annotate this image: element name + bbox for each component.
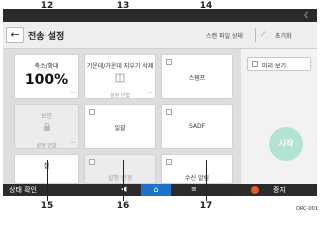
zoom-value: 100% — [24, 72, 69, 88]
more-icon: ··· — [70, 140, 75, 146]
settings-change-checkbox — [89, 159, 95, 165]
batch-tile[interactable]: 일괄 — [84, 104, 156, 149]
page-title: 전송 설정 — [28, 32, 65, 42]
page-icon — [115, 73, 125, 83]
stop-icon — [251, 186, 259, 194]
figure-code: DRC-001 — [296, 206, 318, 212]
security-tile[interactable]: 보안 설정 안함 ··· — [14, 104, 79, 149]
sadf-tile[interactable]: SADF — [161, 104, 233, 149]
right-panel: 미리 보기 시작 — [241, 49, 317, 184]
scan-status-link[interactable]: 스캔 파일 상태 — [206, 31, 243, 40]
security-label: 보안 — [40, 113, 53, 120]
preview-toggle[interactable]: 미리 보기 — [247, 57, 311, 71]
zoom-label: 축소/확대 — [34, 63, 59, 70]
status-check-button[interactable]: 상태 확인 — [9, 185, 37, 195]
batch-checkbox — [89, 109, 95, 115]
erase-label: 기운데/가운데 지우기 삭제 — [86, 63, 154, 70]
stamp-tile[interactable]: 스탬프 — [161, 54, 233, 99]
home-icon: ⌂ — [153, 185, 159, 194]
callout-line-17 — [206, 160, 207, 201]
more-icon: ··· — [70, 90, 75, 96]
zoom-tile[interactable]: 축소/확대 100% ··· — [14, 54, 79, 99]
erase-sub: 설정 안함 — [110, 93, 130, 99]
menu-icon[interactable]: ≡ — [191, 185, 197, 193]
energy-saver-icon[interactable]: ☾ — [304, 11, 313, 20]
callout-17: 17 — [199, 201, 213, 211]
back-button[interactable]: ← — [6, 27, 24, 43]
callout-16: 16 — [116, 201, 130, 211]
receive-notice-label: 수신 알림 — [185, 175, 209, 182]
callout-line-16 — [123, 160, 124, 201]
stop-button[interactable]: 중지 — [273, 185, 286, 195]
status-bar: ☾ — [3, 9, 317, 22]
back-arrow-icon: ← — [10, 28, 20, 41]
reset-icon: ⟋ — [261, 31, 266, 38]
batch-label: 일괄 — [114, 125, 126, 132]
home-button[interactable]: ⌂ — [141, 184, 171, 196]
sadf-checkbox — [166, 109, 172, 115]
stamp-label: 스탬프 — [188, 75, 206, 82]
receive-notice-checkbox — [166, 159, 172, 165]
security-sub: 설정 안함 — [36, 143, 57, 149]
sadf-label: SADF — [188, 123, 206, 130]
header-bar: ← 전송 설정 스캔 파일 상태 ⟋ 초기화 — [3, 22, 317, 49]
lock-icon — [43, 122, 50, 131]
control-panel-screen: ☾ ← 전송 설정 스캔 파일 상태 ⟋ 초기화 축소/확대 100% ··· … — [3, 9, 317, 196]
callout-15: 15 — [40, 201, 54, 211]
reset-button[interactable]: 초기화 — [275, 31, 292, 40]
settings-change-tile[interactable]: 설정 변경 — [84, 154, 156, 184]
start-button[interactable]: 시작 — [269, 127, 303, 161]
erase-tile[interactable]: 기운데/가운데 지우기 삭제 설정 안함 ··· — [84, 54, 156, 99]
preview-label: 미리 보기 — [262, 63, 286, 70]
function-grid: 축소/확대 100% ··· 기운데/가운데 지우기 삭제 설정 안함 ··· … — [3, 49, 239, 184]
preview-checkbox — [252, 61, 258, 67]
more-icon: ··· — [147, 90, 152, 96]
receive-notice-tile[interactable]: 수신 알림 — [161, 154, 233, 184]
settings-change-label: 설정 변경 — [108, 175, 132, 182]
stamp-checkbox — [166, 59, 172, 65]
header-divider — [255, 28, 256, 42]
bottom-bar: 상태 확인 ◀ ⌂ ≡ 중지 — [3, 184, 317, 196]
callout-line-15 — [47, 160, 48, 201]
